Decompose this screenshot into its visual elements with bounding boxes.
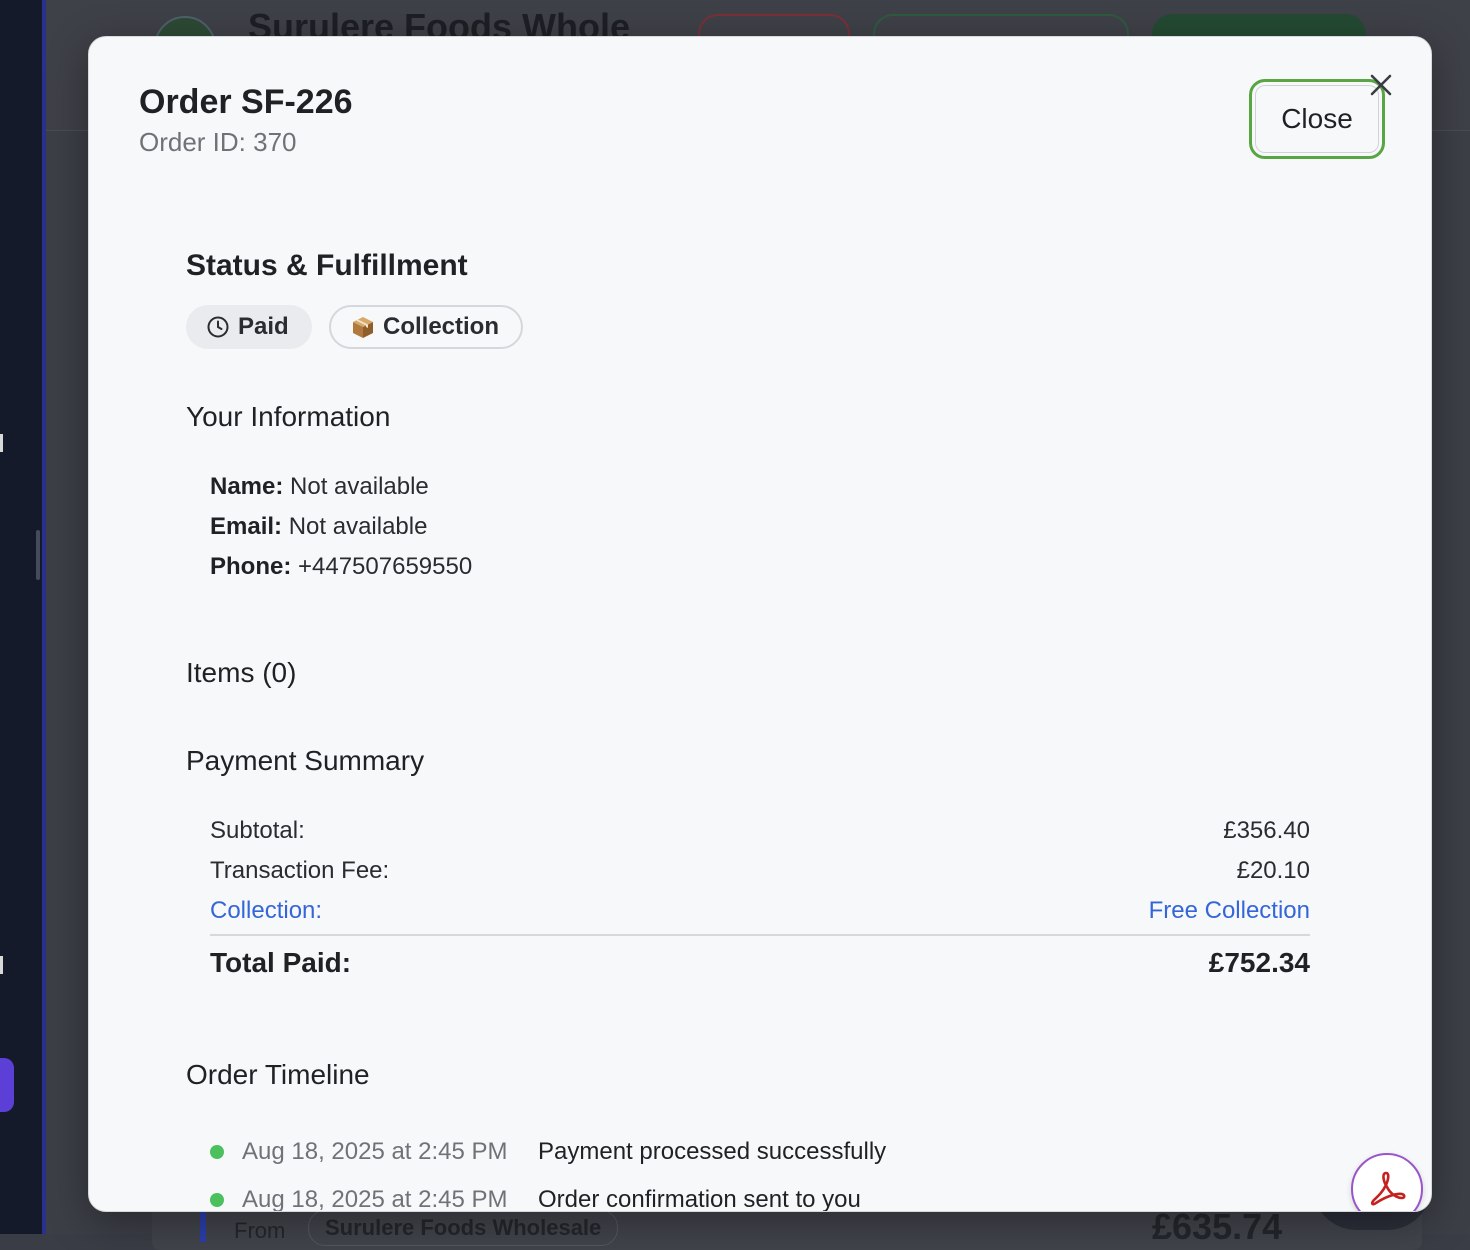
- email-value: Not available: [288, 513, 428, 540]
- timeline-event-date: Aug 18, 2025 at 2:45 PM: [242, 1138, 508, 1165]
- close-button[interactable]: Close: [1249, 79, 1385, 159]
- sidebar-resize-handle: [36, 530, 40, 580]
- phone-label: Phone:: [210, 553, 292, 580]
- order-card-store-chip: Surulere Foods Wholesale: [308, 1210, 619, 1246]
- pdf-icon: [1370, 1171, 1406, 1206]
- order-id: Order ID: 370: [139, 127, 297, 157]
- timeline-event-date: Aug 18, 2025 at 2:45 PM: [242, 1186, 508, 1212]
- items-section-title: Items (0): [186, 657, 297, 688]
- customer-name-row: Name: Not available: [210, 473, 429, 501]
- pdf-download-button[interactable]: [1351, 1153, 1423, 1211]
- fulfillment-type-badge: Collection: [329, 305, 523, 349]
- transaction-fee-label: Transaction Fee:: [210, 857, 390, 884]
- customer-email-row: Email: Not available: [210, 513, 427, 541]
- timeline-section-title: Order Timeline: [186, 1059, 370, 1090]
- info-section-title: Your Information: [186, 401, 391, 432]
- collection-value: Free Collection: [1148, 897, 1310, 924]
- timeline-status-dot: [210, 1145, 224, 1159]
- order-card-from-label: From: [234, 1218, 286, 1243]
- payment-divider: [210, 934, 1310, 936]
- payment-status-badge: Paid: [186, 305, 312, 349]
- total-paid-label: Total Paid:: [210, 947, 352, 978]
- sidebar-indicator: [0, 956, 3, 974]
- payment-status-label: Paid: [238, 313, 289, 340]
- order-card-amount: £635.74: [1152, 1206, 1283, 1247]
- sidebar-active-item: [0, 1058, 14, 1112]
- fulfillment-type-label: Collection: [383, 313, 500, 340]
- timeline-event-text: Order confirmation sent to you: [538, 1186, 861, 1212]
- order-title: Order SF-226: [139, 83, 353, 121]
- timeline-event-text: Payment processed successfully: [538, 1138, 887, 1165]
- sidebar-edge: [42, 0, 46, 1234]
- customer-phone-row: Phone: +447507659550: [210, 553, 472, 581]
- email-label: Email:: [210, 513, 283, 540]
- clock-icon: [207, 316, 229, 338]
- total-paid-value: £752.34: [1208, 947, 1310, 978]
- subtotal-label: Subtotal:: [210, 817, 305, 844]
- order-details-modal: Order SF-226 Order ID: 370 Close Status …: [88, 36, 1432, 1212]
- status-section-title: Status & Fulfillment: [186, 249, 468, 282]
- package-icon: [353, 317, 373, 338]
- name-value: Not available: [290, 473, 429, 500]
- subtotal-value: £356.40: [1223, 817, 1310, 844]
- close-icon[interactable]: [1367, 71, 1395, 99]
- timeline-status-dot: [210, 1193, 224, 1207]
- transaction-fee-value: £20.10: [1236, 857, 1310, 884]
- name-label: Name:: [210, 473, 284, 500]
- app-sidebar: [0, 0, 44, 1234]
- phone-value: +447507659550: [298, 553, 473, 580]
- payment-section-title: Payment Summary: [186, 745, 425, 776]
- order-card-accent: [200, 1212, 206, 1242]
- sidebar-indicator: [0, 434, 3, 452]
- collection-label: Collection:: [210, 897, 323, 924]
